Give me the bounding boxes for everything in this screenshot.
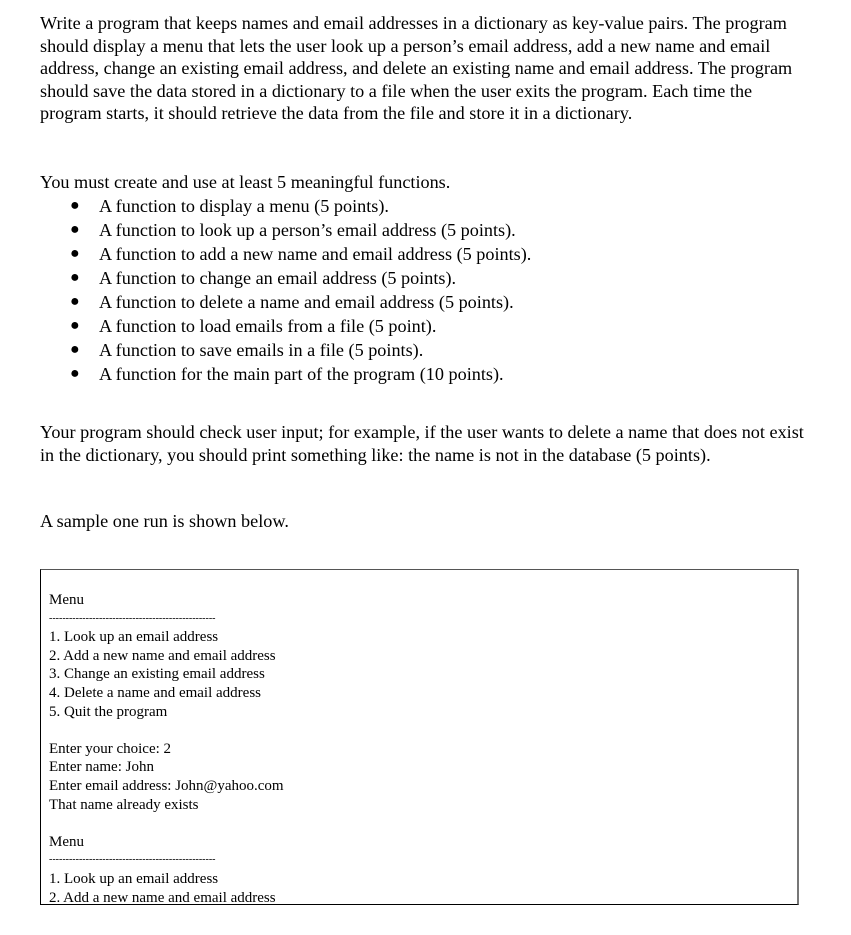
run-line-option: 3. Change an existing email address	[49, 666, 265, 683]
input-check-section: Your program should check user input; fo…	[40, 421, 810, 466]
requirement-item: ● A function to look up a person’s email …	[70, 220, 516, 240]
run-line-option: 2. Add a new name and email address	[49, 647, 276, 664]
sample-run-lines: Menu -----------------------------------…	[49, 591, 284, 905]
requirements-title: You must create and use at least 5 meani…	[40, 172, 451, 192]
intro-section: Write a program that keeps names and ema…	[40, 12, 810, 125]
run-line-option: 1. Look up an email address	[49, 870, 219, 887]
bullet-icon: ●	[70, 293, 80, 310]
requirements-list: ● A function to display a menu (5 points)…	[40, 194, 531, 386]
input-check-paragraph: Your program should check user input; fo…	[40, 422, 804, 465]
requirement-item: ● A function for the main part of the pro…	[70, 364, 504, 384]
run-line-blank	[49, 721, 284, 740]
run-line-option: 4. Delete a name and email address	[49, 684, 261, 701]
requirement-item: ● A function to save emails in a file (5 …	[70, 340, 424, 360]
bullet-icon: ●	[70, 221, 80, 238]
requirement-item: ● A function to add a new name and email …	[70, 244, 532, 264]
run-line-choice: Enter your choice: 2	[49, 740, 172, 757]
run-line-name: Enter name: John	[49, 759, 154, 776]
sample-intro: A sample one run is shown below.	[40, 511, 289, 531]
run-line-divider: ----------------------------------------…	[49, 854, 216, 866]
bullet-icon: ●	[70, 365, 80, 382]
requirement-item: ● A function to load emails from a file (…	[70, 316, 437, 336]
requirement-item: ● A function to display a menu (5 points)…	[70, 196, 389, 216]
requirement-item: ● A function to change an email address (…	[70, 268, 457, 288]
bullet-icon: ●	[70, 341, 80, 358]
run-line-menu-title: Menu	[49, 833, 84, 850]
bullet-icon: ●	[70, 245, 80, 262]
run-line-divider: ----------------------------------------…	[49, 612, 216, 624]
requirement-item: ● A function to delete a name and email a…	[70, 292, 514, 312]
run-line-message: That name already exists	[49, 796, 199, 813]
run-line-option: 5. Quit the program	[49, 703, 168, 720]
run-line-option: 2. Add a new name and email address	[49, 889, 276, 905]
bullet-icon: ●	[70, 269, 80, 286]
bullet-icon: ●	[70, 197, 80, 214]
bullet-icon: ●	[70, 317, 80, 334]
sample-run-box: Menu -----------------------------------…	[40, 569, 799, 905]
run-line-menu-title: Menu	[49, 592, 84, 608]
run-line-option: 1. Look up an email address	[49, 629, 219, 646]
run-line-blank	[49, 814, 284, 833]
run-line-email: Enter email address: John@yahoo.com	[49, 777, 284, 794]
intro-paragraph: Write a program that keeps names and ema…	[40, 13, 793, 124]
